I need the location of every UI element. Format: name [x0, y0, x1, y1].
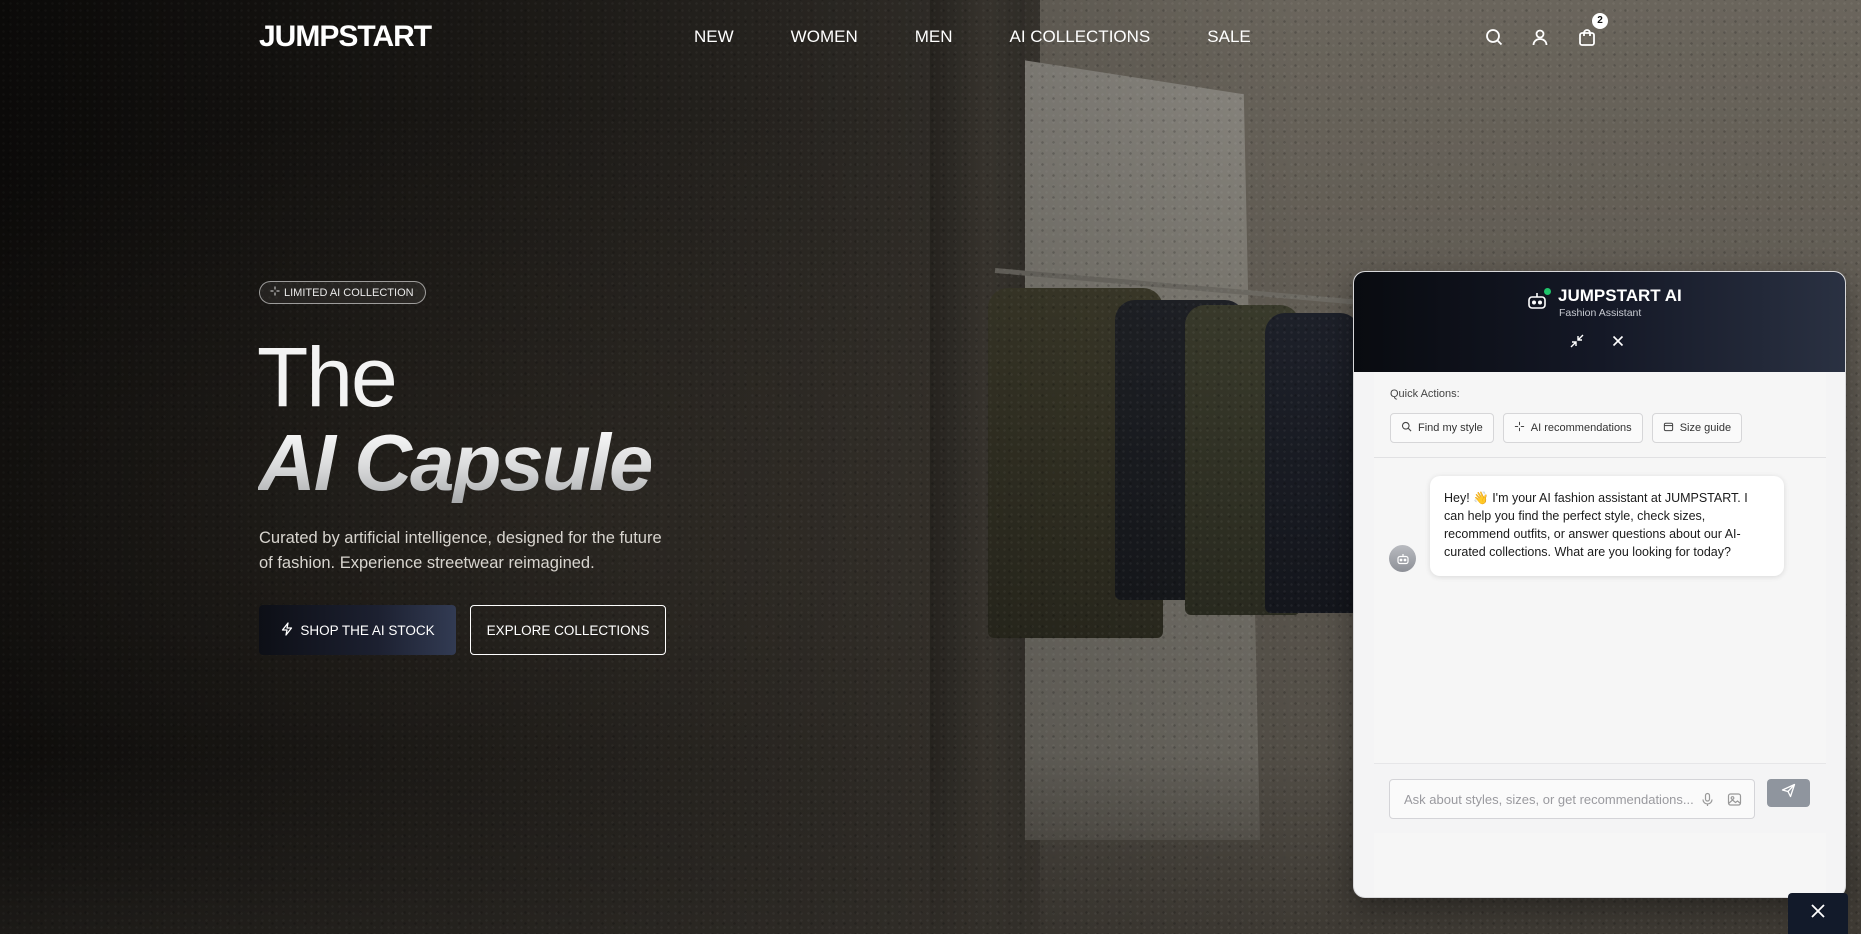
shop-ai-stock-label: SHOP THE AI STOCK	[300, 622, 435, 638]
search-icon[interactable]	[1484, 27, 1504, 47]
cart-count-badge: 2	[1592, 13, 1608, 29]
site-logo[interactable]: JUMPSTART	[259, 20, 432, 54]
hero-description: Curated by artificial intelligence, desi…	[259, 529, 662, 572]
nav-item-women[interactable]: WOMEN	[791, 27, 858, 47]
search-icon	[1401, 421, 1412, 435]
sparkles-icon	[270, 286, 280, 299]
explore-collections-button[interactable]: EXPLORE COLLECTIONS	[470, 605, 666, 655]
quick-action-size-guide[interactable]: Size guide	[1651, 413, 1743, 443]
image-icon[interactable]	[1727, 792, 1742, 807]
assistant-avatar	[1389, 545, 1416, 572]
nav-item-new[interactable]: NEW	[694, 27, 734, 47]
shop-ai-stock-button[interactable]: SHOP THE AI STOCK	[259, 605, 456, 655]
nav-item-men[interactable]: MEN	[915, 27, 953, 47]
badge-label: LIMITED AI COLLECTION	[284, 286, 414, 299]
explore-collections-label: EXPLORE COLLECTIONS	[486, 622, 650, 638]
close-icon[interactable]	[1609, 332, 1627, 350]
hero-title-line1: The	[257, 330, 398, 424]
shopping-bag-icon[interactable]	[1577, 27, 1597, 47]
online-status-dot	[1544, 288, 1551, 295]
site-header: JUMPSTART NEW WOMEN MEN AI COLLECTIONS S…	[0, 0, 1861, 76]
limited-collection-badge: LIMITED AI COLLECTION	[259, 281, 426, 304]
divider	[1374, 457, 1826, 458]
nav-item-sale[interactable]: SALE	[1207, 27, 1250, 47]
chat-subtitle: Fashion Assistant	[1559, 307, 1642, 319]
send-button[interactable]	[1767, 779, 1810, 807]
ruler-icon	[1663, 421, 1674, 435]
ai-chat-widget: JUMPSTART AI Fashion Assistant Quick Act…	[1353, 271, 1846, 898]
chat-header: JUMPSTART AI Fashion Assistant	[1354, 272, 1845, 372]
chat-title: JUMPSTART AI	[1558, 286, 1682, 305]
minimize-icon[interactable]	[1568, 332, 1586, 350]
quick-action-ai-recommendations[interactable]: AI recommendations	[1502, 413, 1643, 443]
assistant-message: Hey! 👋 I'm your AI fashion assistant at …	[1430, 476, 1784, 576]
microphone-icon[interactable]	[1700, 792, 1715, 807]
quick-actions: Find my style AI recommendations Size gu…	[1390, 413, 1743, 443]
chat-toggle-close-button[interactable]	[1788, 893, 1848, 934]
chat-body: Quick Actions: Find my style AI recommen…	[1374, 372, 1826, 897]
quick-actions-label: Quick Actions:	[1390, 388, 1460, 400]
nav-item-ai-collections[interactable]: AI COLLECTIONS	[1010, 27, 1151, 47]
chat-input-bar	[1374, 763, 1826, 833]
sparkles-icon	[1514, 421, 1525, 435]
main-nav: NEW WOMEN MEN AI COLLECTIONS SALE	[694, 27, 1251, 47]
user-icon[interactable]	[1530, 27, 1550, 47]
quick-action-label: Size guide	[1679, 422, 1732, 434]
quick-action-find-my-style[interactable]: Find my style	[1390, 413, 1494, 443]
quick-action-label: AI recommendations	[1530, 422, 1632, 434]
quick-action-label: Find my style	[1418, 422, 1483, 434]
hero-title-line2: AI Capsule	[258, 418, 653, 507]
lightning-icon	[280, 621, 294, 639]
send-icon	[1781, 783, 1796, 803]
close-icon	[1808, 901, 1828, 926]
